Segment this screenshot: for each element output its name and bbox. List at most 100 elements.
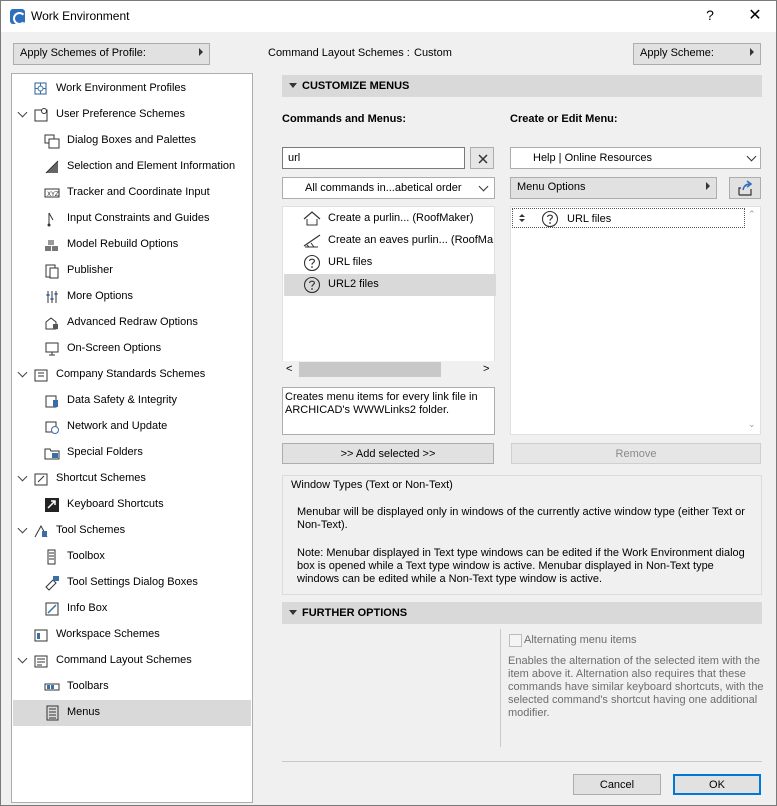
tree-item-label: Work Environment Profiles (56, 82, 187, 94)
collapse-triangle-icon (289, 83, 297, 88)
scrollbar-thumb[interactable] (299, 362, 441, 377)
expand-chevron-icon[interactable] (17, 471, 28, 482)
command-label: URL2 files (328, 278, 379, 290)
scroll-left-icon[interactable]: < (286, 363, 292, 375)
cancel-button[interactable]: Cancel (573, 774, 661, 795)
scroll-down-icon[interactable]: ⌄ (748, 419, 756, 430)
tree-item[interactable]: Data Safety & Integrity (13, 388, 251, 414)
tree-item[interactable]: Info Box (13, 596, 251, 622)
tree-item-label: Model Rebuild Options (67, 238, 179, 250)
dialog-icon (44, 134, 60, 149)
rebuild-icon (45, 240, 58, 251)
tree-item[interactable]: Command Layout Schemes (13, 648, 251, 674)
remove-label: Remove (615, 448, 657, 460)
command-description-box: Creates menu items for every link file i… (282, 387, 495, 435)
ok-label: OK (709, 779, 725, 791)
help-button[interactable]: ? (699, 7, 721, 27)
tree-item[interactable]: Keyboard Shortcuts (13, 492, 251, 518)
tree-item[interactable]: Publisher (13, 258, 251, 284)
add-selected-button[interactable]: >> Add selected >> (282, 443, 494, 464)
roof-icon (303, 211, 321, 226)
tree-item-label: Input Constraints and Guides (67, 212, 210, 224)
export-menu-button[interactable] (729, 177, 761, 199)
add-selected-label: >> Add selected >> (340, 448, 436, 460)
tree-item[interactable]: More Options (13, 284, 251, 310)
commands-horizontal-scrollbar[interactable]: < > (282, 361, 495, 378)
tree-item[interactable]: Toolbox (13, 544, 251, 570)
settings-tree[interactable]: Work Environment Profiles User Preference… (11, 73, 253, 803)
svg-text:XYZ: XYZ (47, 191, 59, 198)
safety-icon (45, 395, 58, 408)
tree-item[interactable]: Input Constraints and Guides (13, 206, 251, 232)
tree-item[interactable]: Dialog Boxes and Palettes (13, 128, 251, 154)
customize-menus-header[interactable]: CUSTOMIZE MENUS (282, 75, 762, 97)
expand-chevron-icon[interactable] (17, 653, 28, 664)
expand-chevron-icon[interactable] (17, 367, 28, 378)
menu-item-row[interactable]: URL files (512, 208, 745, 228)
tree-item-label: Advanced Redraw Options (67, 316, 198, 328)
tree-item[interactable]: Menus (13, 700, 251, 726)
menu-structure-list[interactable]: URL files ⌃ ⌄ (510, 206, 761, 435)
tree-item[interactable]: Model Rebuild Options (13, 232, 251, 258)
window-title: Work Environment (31, 9, 130, 23)
selection-icon (45, 160, 59, 174)
window-types-group: Window Types (Text or Non-Text) Menubar … (282, 475, 762, 595)
command-filter-select[interactable]: All commands in...abetical order (282, 177, 495, 199)
apply-scheme-button[interactable]: Apply Scheme: (633, 43, 761, 65)
scroll-up-icon[interactable]: ⌃ (748, 209, 756, 220)
alternating-label: Alternating menu items (524, 634, 637, 646)
expand-chevron-icon[interactable] (17, 523, 28, 534)
menu-select[interactable]: Help | Online Resources (510, 147, 761, 169)
tree-item[interactable]: Network and Update (13, 414, 251, 440)
tree-item[interactable]: User Preference Schemes (13, 102, 251, 128)
tree-item[interactable]: XYZ Tracker and Coordinate Input (13, 180, 251, 206)
commands-list[interactable]: Create a purlin... (RoofMaker) Create an … (282, 206, 496, 378)
tree-item[interactable]: Special Folders (13, 440, 251, 466)
further-options-header[interactable]: FURTHER OPTIONS (282, 602, 762, 624)
clear-search-button[interactable] (470, 147, 494, 169)
tree-item[interactable]: Company Standards Schemes (13, 362, 251, 388)
close-button[interactable]: ✕ (742, 5, 768, 27)
network-icon (45, 421, 59, 434)
command-list-item[interactable]: URL files (284, 252, 496, 274)
tree-item-label: Workspace Schemes (56, 628, 160, 640)
help-icon (541, 210, 559, 228)
tree-item[interactable]: Workspace Schemes (13, 622, 251, 648)
sliders-icon (46, 291, 58, 303)
help-icon (303, 254, 321, 272)
tree-item[interactable]: Selection and Element Information (13, 154, 251, 180)
company-icon (34, 369, 48, 382)
tree-item[interactable]: Shortcut Schemes (13, 466, 251, 492)
tree-item[interactable]: Tool Schemes (13, 518, 251, 544)
command-list-item[interactable]: URL2 files (284, 274, 496, 296)
tree-item-label: Menus (67, 706, 101, 718)
right-arrow-icon (750, 48, 754, 56)
tree-item-label: On-Screen Options (67, 342, 162, 354)
tree-item[interactable]: Work Environment Profiles (13, 76, 251, 102)
tree-item-label: Tracker and Coordinate Input (67, 186, 210, 198)
scroll-right-icon[interactable]: > (483, 363, 489, 375)
remove-button[interactable]: Remove (511, 443, 761, 464)
tree-item-label: Dialog Boxes and Palettes (67, 134, 197, 146)
tree-item[interactable]: Advanced Redraw Options (13, 310, 251, 336)
move-handle-icon[interactable] (518, 213, 526, 223)
tree-item-label: Tool Settings Dialog Boxes (67, 576, 198, 588)
command-list-item[interactable]: Create a purlin... (RoofMaker) (284, 208, 496, 230)
tool-icon (34, 524, 48, 538)
command-search-input[interactable]: url (282, 147, 465, 169)
right-arrow-icon (199, 48, 203, 56)
menu-options-button[interactable]: Menu Options (510, 177, 717, 199)
toolbars-icon (44, 683, 60, 691)
ok-button[interactable]: OK (673, 774, 761, 795)
customize-menus-title: CUSTOMIZE MENUS (302, 80, 410, 92)
expand-chevron-icon[interactable] (17, 107, 28, 118)
tree-item[interactable]: Toolbars (13, 674, 251, 700)
apply-scheme-label: Apply Scheme: (640, 47, 714, 59)
alternating-checkbox[interactable] (509, 634, 522, 647)
command-list-item[interactable]: Create an eaves purlin... (RoofMa (284, 230, 496, 252)
tree-item[interactable]: On-Screen Options (13, 336, 251, 362)
apply-profile-button[interactable]: Apply Schemes of Profile: (13, 43, 210, 65)
tree-item[interactable]: Tool Settings Dialog Boxes (13, 570, 251, 596)
shortcut-icon (34, 473, 48, 486)
collapse-triangle-icon (289, 610, 297, 615)
